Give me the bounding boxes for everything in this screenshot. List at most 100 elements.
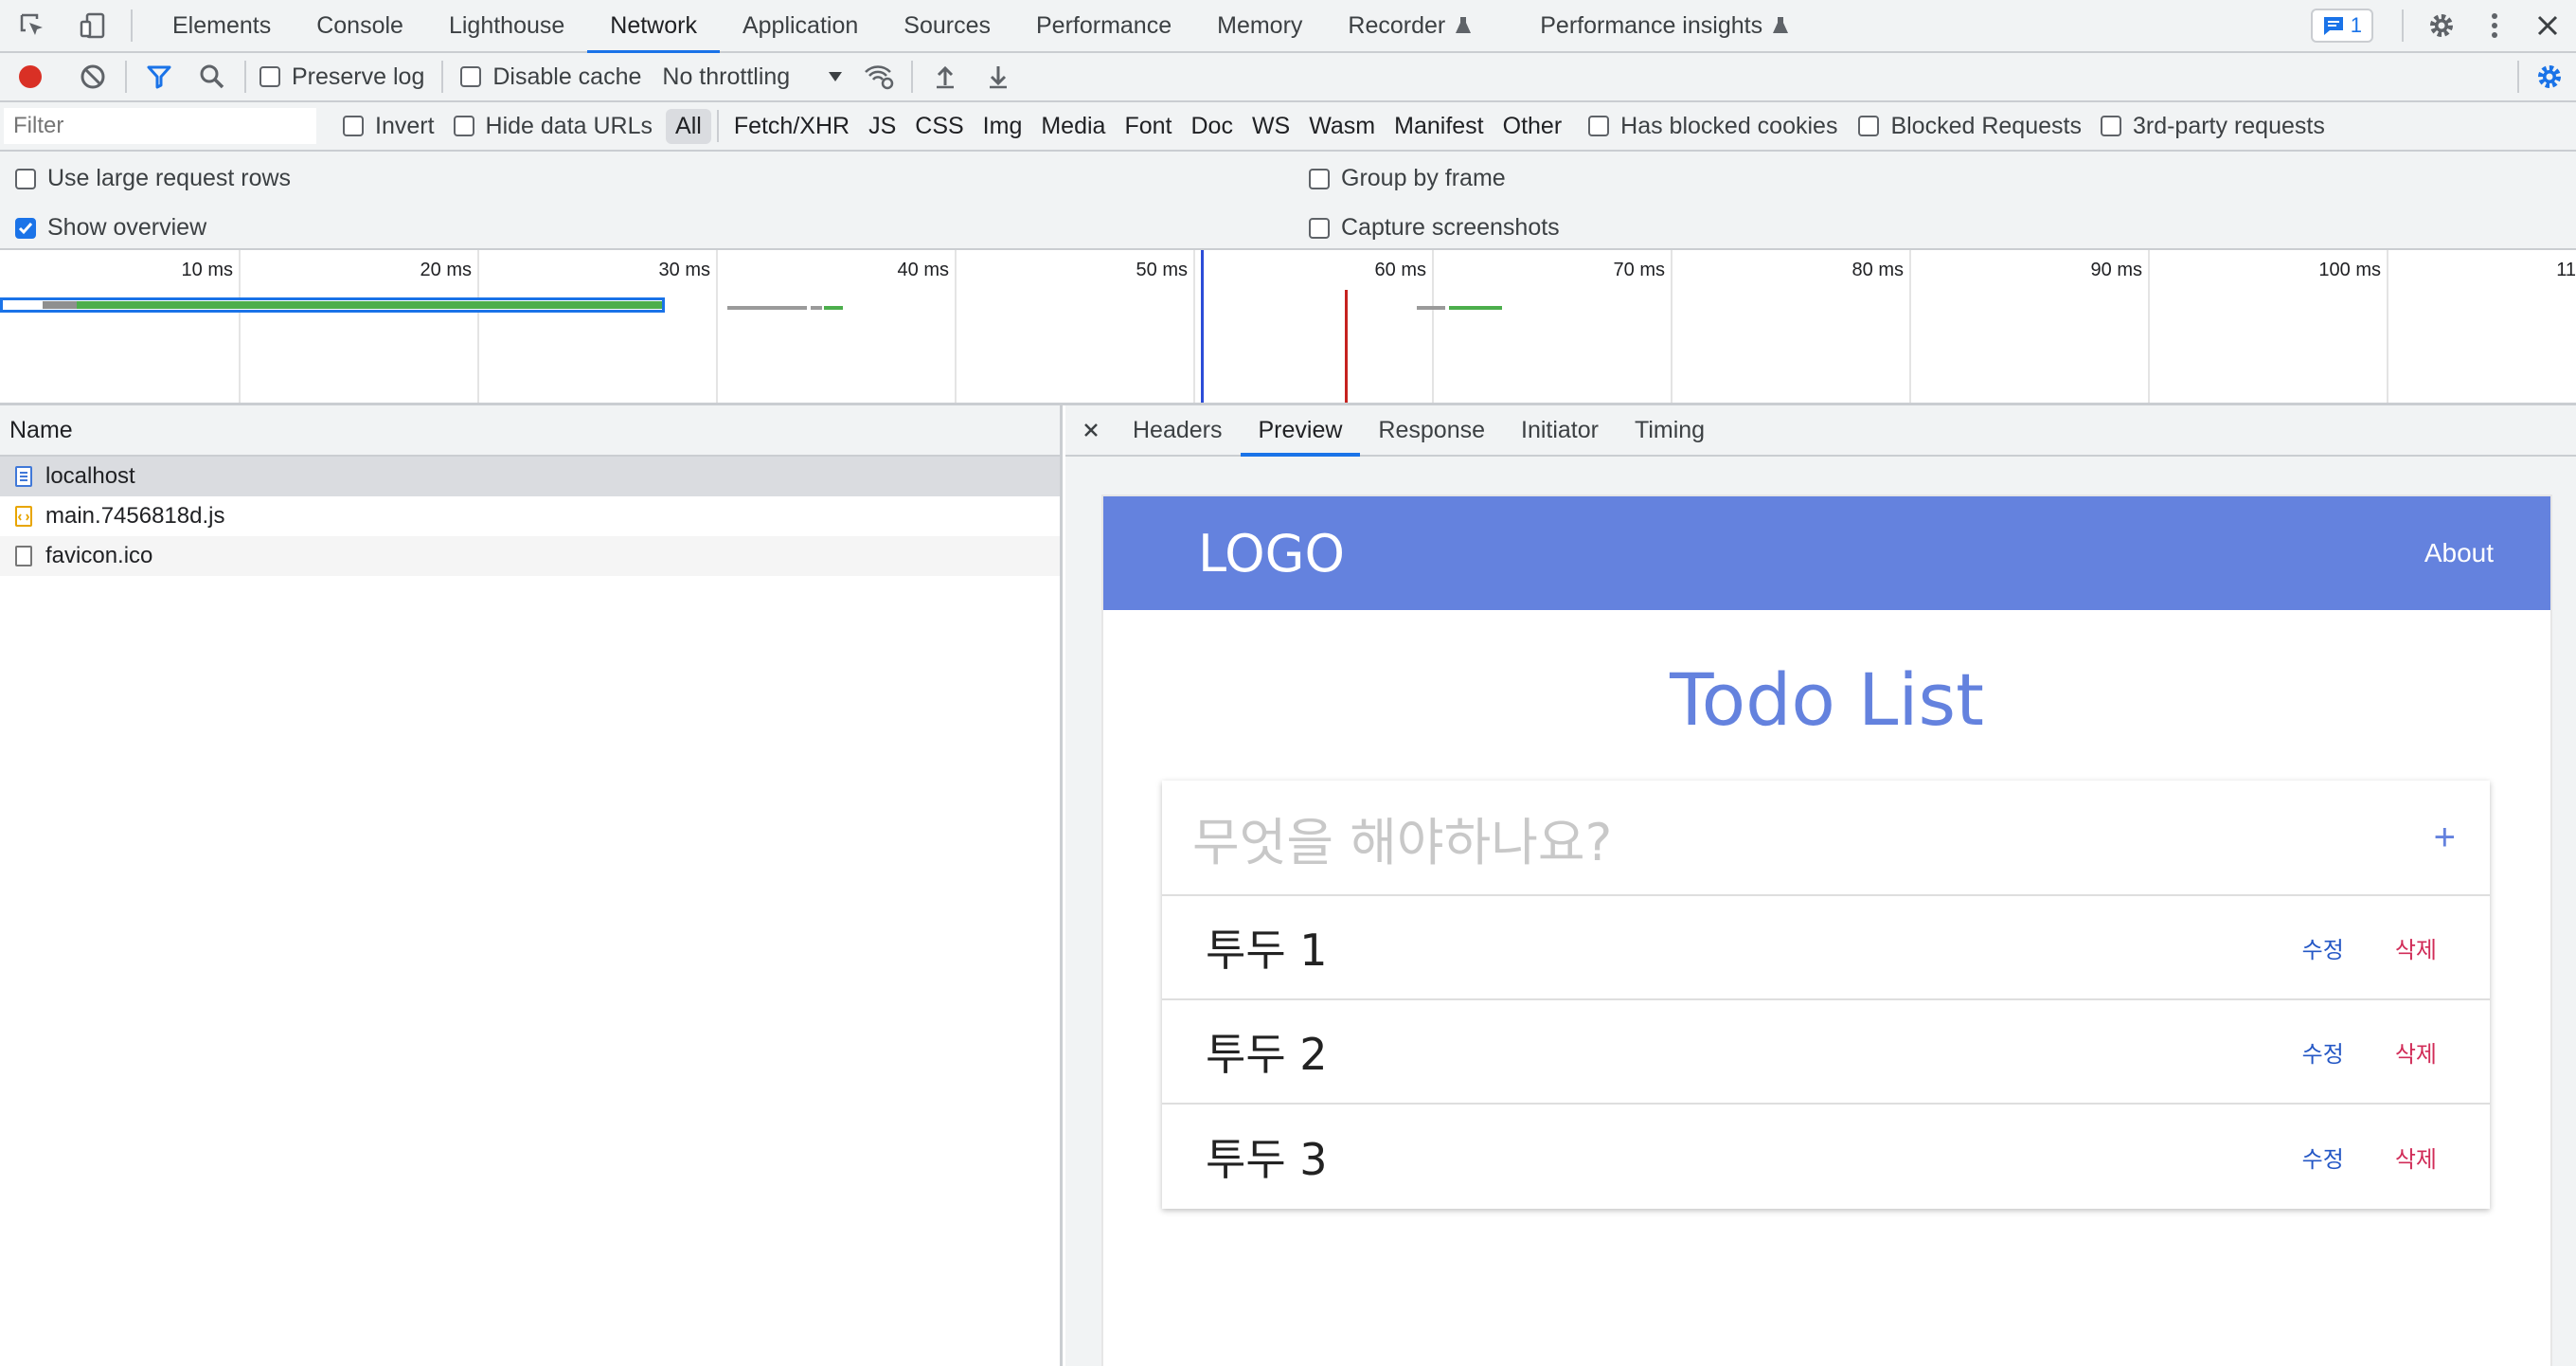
tab-lighthouse[interactable]: Lighthouse bbox=[426, 0, 587, 52]
delete-todo-button[interactable]: 삭제 bbox=[2395, 1141, 2437, 1174]
type-filter-css[interactable]: CSS bbox=[905, 109, 973, 144]
invert-checkbox[interactable]: Invert bbox=[343, 113, 435, 140]
filter-funnel-icon[interactable] bbox=[140, 58, 178, 96]
dropdown-arrow-icon bbox=[828, 71, 843, 82]
checkbox-box[interactable] bbox=[15, 168, 36, 189]
add-todo-button[interactable]: + bbox=[2434, 817, 2456, 859]
hide-data-urls-checkbox[interactable]: Hide data URLs bbox=[453, 113, 653, 140]
delete-todo-button[interactable]: 삭제 bbox=[2395, 931, 2437, 964]
type-filter-ws[interactable]: WS bbox=[1243, 109, 1299, 144]
timeline-tick-label: 90 ms bbox=[2090, 260, 2142, 280]
checkbox-box-checked[interactable] bbox=[15, 217, 36, 239]
checkbox-box[interactable] bbox=[1588, 116, 1610, 136]
tab-performance-insights[interactable]: Performance insights bbox=[1517, 0, 1812, 52]
dom-content-loaded-marker bbox=[1201, 250, 1204, 403]
checkbox-box[interactable] bbox=[2100, 116, 2121, 136]
checkbox-box[interactable] bbox=[259, 66, 280, 87]
timeline-tick-label: 11 bbox=[2556, 260, 2576, 280]
tab-timing[interactable]: Timing bbox=[1617, 405, 1723, 455]
type-filter-manifest[interactable]: Manifest bbox=[1385, 109, 1493, 144]
import-har-icon[interactable] bbox=[926, 58, 964, 96]
export-har-icon[interactable] bbox=[979, 58, 1017, 96]
search-icon[interactable] bbox=[193, 58, 231, 96]
type-filter-img[interactable]: Img bbox=[974, 109, 1032, 144]
type-filter-font[interactable]: Font bbox=[1115, 109, 1181, 144]
capture-screenshots-checkbox[interactable]: Capture screenshots bbox=[1309, 214, 1560, 242]
script-file-icon bbox=[15, 506, 32, 527]
todo-item: 투두 2 수정 삭제 bbox=[1162, 1000, 2490, 1105]
large-request-rows-checkbox[interactable]: Use large request rows bbox=[15, 165, 291, 192]
throttling-select[interactable]: No throttling bbox=[662, 63, 843, 91]
type-filter-doc[interactable]: Doc bbox=[1181, 109, 1242, 144]
divider bbox=[2402, 9, 2404, 42]
record-button[interactable] bbox=[11, 58, 49, 96]
has-blocked-cookies-checkbox[interactable]: Has blocked cookies bbox=[1588, 113, 1837, 140]
app-logo[interactable]: LOGO bbox=[1198, 524, 1345, 584]
request-row[interactable]: main.7456818d.js bbox=[0, 496, 1060, 536]
tab-label: Recorder bbox=[1348, 11, 1446, 39]
type-filter-other[interactable]: Other bbox=[1494, 109, 1572, 144]
issues-badge[interactable]: 1 bbox=[2310, 9, 2373, 43]
clear-icon[interactable] bbox=[74, 58, 112, 96]
checkbox-box[interactable] bbox=[1858, 116, 1880, 136]
tab-console[interactable]: Console bbox=[294, 0, 426, 52]
document-file-icon bbox=[15, 466, 32, 487]
edit-todo-button[interactable]: 수정 bbox=[2302, 1035, 2344, 1069]
type-filter-media[interactable]: Media bbox=[1031, 109, 1115, 144]
divider bbox=[2517, 61, 2519, 93]
tab-performance[interactable]: Performance bbox=[1013, 0, 1194, 52]
more-options-icon[interactable] bbox=[2474, 5, 2515, 46]
waterfall-bar-favicon bbox=[1449, 306, 1502, 310]
timeline-tick-label: 100 ms bbox=[2318, 260, 2381, 280]
checkbox-box[interactable] bbox=[1309, 168, 1330, 189]
tab-memory[interactable]: Memory bbox=[1194, 0, 1325, 52]
tab-response[interactable]: Response bbox=[1360, 405, 1503, 455]
edit-todo-button[interactable]: 수정 bbox=[2302, 1141, 2344, 1174]
checkbox-box[interactable] bbox=[460, 66, 482, 87]
checkbox-box[interactable] bbox=[343, 116, 364, 136]
edit-todo-button[interactable]: 수정 bbox=[2302, 931, 2344, 964]
checkbox-box[interactable] bbox=[453, 116, 474, 136]
checkbox-box[interactable] bbox=[1309, 217, 1330, 239]
tab-initiator[interactable]: Initiator bbox=[1503, 405, 1617, 455]
timeline-tick-label: 50 ms bbox=[1136, 260, 1188, 280]
show-overview-checkbox[interactable]: Show overview bbox=[15, 214, 206, 242]
request-name: favicon.ico bbox=[45, 543, 153, 568]
waterfall-bar-favicon bbox=[1417, 306, 1445, 310]
tab-sources[interactable]: Sources bbox=[881, 0, 1013, 52]
checkbox-label: Group by frame bbox=[1341, 165, 1506, 191]
network-overview-timeline[interactable]: 10 ms 20 ms 30 ms 40 ms 50 ms 60 ms 70 m… bbox=[0, 250, 2576, 405]
settings-gear-icon[interactable] bbox=[2421, 5, 2462, 46]
device-toolbar-icon[interactable] bbox=[72, 5, 114, 46]
network-settings-gear-icon[interactable] bbox=[2531, 58, 2568, 96]
request-row[interactable]: localhost bbox=[0, 457, 1060, 496]
type-filter-fetch-xhr[interactable]: Fetch/XHR bbox=[724, 109, 859, 144]
tab-elements[interactable]: Elements bbox=[150, 0, 294, 52]
divider bbox=[244, 61, 246, 93]
tab-application[interactable]: Application bbox=[720, 0, 881, 52]
tab-network[interactable]: Network bbox=[587, 0, 720, 54]
tab-preview[interactable]: Preview bbox=[1240, 405, 1361, 457]
preserve-log-checkbox[interactable]: Preserve log bbox=[259, 63, 424, 91]
todo-input[interactable]: 무엇을 해야하나요? bbox=[1192, 800, 1612, 875]
timeline-gridline bbox=[2148, 250, 2150, 403]
timeline-gridline bbox=[477, 250, 479, 403]
tab-recorder[interactable]: Recorder bbox=[1325, 0, 1494, 52]
close-devtools-icon[interactable] bbox=[2527, 5, 2568, 46]
close-detail-icon[interactable] bbox=[1077, 411, 1105, 449]
third-party-requests-checkbox[interactable]: 3rd-party requests bbox=[2100, 113, 2325, 140]
disable-cache-checkbox[interactable]: Disable cache bbox=[460, 63, 641, 91]
tab-headers[interactable]: Headers bbox=[1115, 405, 1241, 455]
blocked-requests-checkbox[interactable]: Blocked Requests bbox=[1858, 113, 2082, 140]
filter-input[interactable] bbox=[4, 108, 316, 144]
group-by-frame-checkbox[interactable]: Group by frame bbox=[1309, 165, 1506, 192]
type-filter-js[interactable]: JS bbox=[859, 109, 905, 144]
inspect-element-icon[interactable] bbox=[11, 5, 53, 46]
request-row[interactable]: favicon.ico bbox=[0, 536, 1060, 576]
name-column-header[interactable]: Name bbox=[0, 405, 1060, 457]
type-filter-all[interactable]: All bbox=[666, 108, 711, 144]
delete-todo-button[interactable]: 삭제 bbox=[2395, 1035, 2437, 1069]
type-filter-wasm[interactable]: Wasm bbox=[1299, 109, 1385, 144]
network-conditions-icon[interactable] bbox=[860, 58, 898, 96]
nav-link-about[interactable]: About bbox=[2424, 538, 2494, 568]
